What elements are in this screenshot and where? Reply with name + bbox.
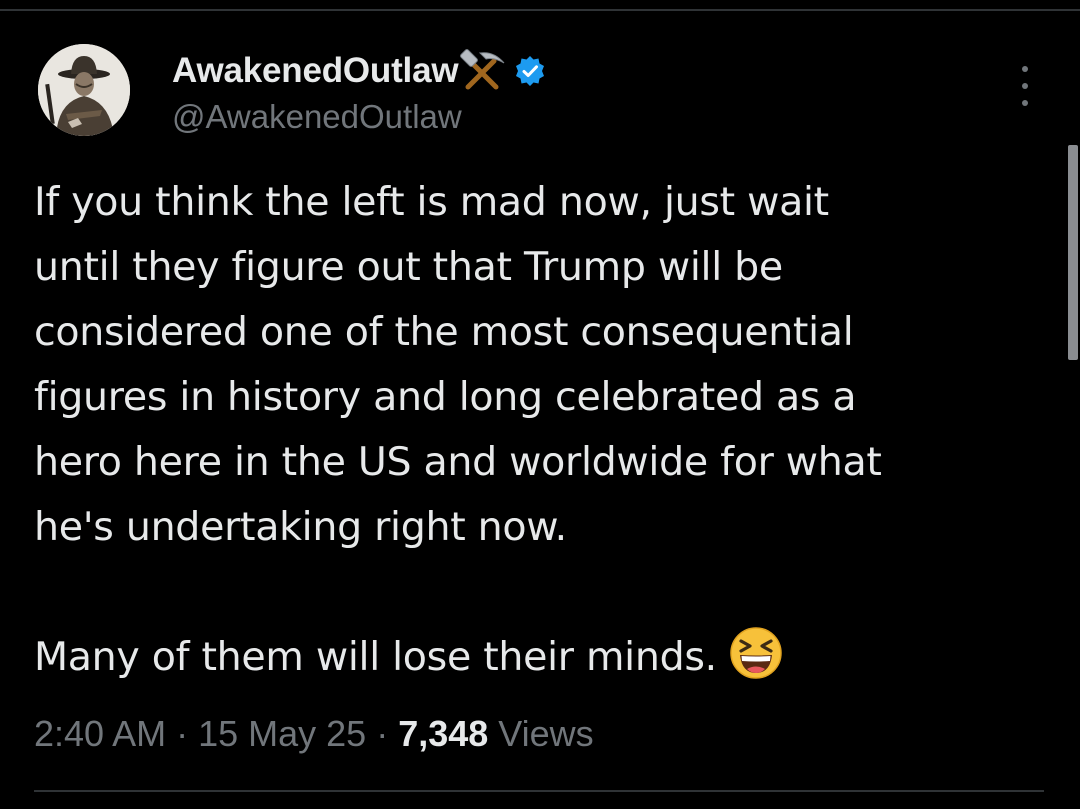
more-options-button[interactable]	[1010, 66, 1040, 106]
verified-badge-icon[interactable]	[514, 55, 546, 87]
tweet-text-line: If you think the left is mad now, just w…	[34, 179, 829, 225]
tweet-text-line: he's undertaking right now.	[34, 504, 567, 550]
tweet-text-line: considered one of the most consequential	[34, 309, 854, 355]
tweet-text-line: figures in history and long celebrated a…	[34, 374, 857, 420]
tweet-text-last-line: Many of them will lose their minds.	[34, 625, 1064, 690]
avatar[interactable]	[38, 44, 130, 136]
meta-separator: ·	[176, 713, 189, 754]
views-label[interactable]: Views	[498, 713, 593, 755]
author-display-name[interactable]: AwakenedOutlaw	[172, 51, 459, 91]
tweet-text-line: until they figure out that Trump will be	[34, 244, 783, 290]
top-divider	[0, 9, 1080, 11]
tweet-text: If you think the left is mad now, just w…	[34, 170, 1064, 690]
scrollbar[interactable]	[1068, 145, 1078, 360]
tweet-time[interactable]: 2:40 AM	[34, 713, 166, 755]
tweet-text-last-line-text: Many of them will lose their minds.	[34, 634, 717, 680]
more-dot	[1022, 100, 1028, 106]
avatar-image	[38, 44, 130, 136]
grinning-squinting-face-icon	[729, 626, 783, 680]
tweet-meta: 2:40 AM · 15 May 25 · 7,348 Views	[34, 710, 594, 758]
more-dot	[1022, 83, 1028, 89]
author-handle[interactable]: @AwakenedOutlaw	[172, 98, 462, 136]
tweet-date[interactable]: 15 May 25	[198, 713, 366, 755]
tweet-text-line: hero here in the US and worldwide for wh…	[34, 439, 882, 485]
views-count[interactable]: 7,348	[398, 713, 488, 755]
author-name-row: AwakenedOutlaw	[172, 46, 546, 96]
bottom-divider	[34, 790, 1044, 792]
meta-separator: ·	[376, 713, 389, 754]
hammer-and-pick-icon	[458, 47, 506, 95]
more-vertical-icon	[1022, 66, 1028, 72]
